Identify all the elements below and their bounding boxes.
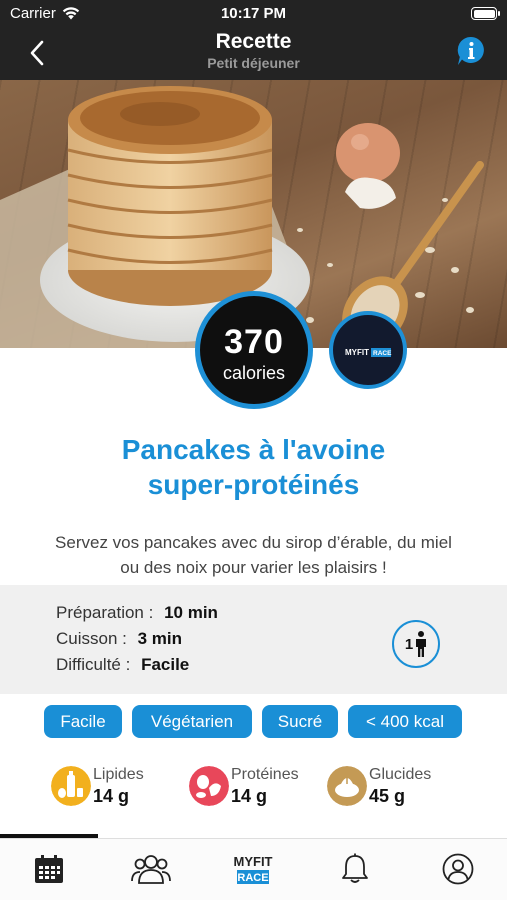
description-line1: Servez vos pancakes avec du sirop d’érab… <box>55 533 452 552</box>
glucides-icon <box>327 766 367 806</box>
page-title: Recette <box>215 30 292 53</box>
tab-myfit-race[interactable]: MYFIT RACE <box>223 849 283 889</box>
tag-difficulty[interactable]: Facile <box>44 705 122 738</box>
macro-lipides: Lipides 14 g <box>51 766 171 808</box>
tab-notifications[interactable] <box>325 849 385 889</box>
tab-logo-top: MYFIT <box>234 854 273 869</box>
myfit-race-logo: MYFIT RACE <box>234 854 273 884</box>
myfit-race-logo-badge: MYFIT RACE <box>345 348 392 357</box>
calories-unit: calories <box>222 363 286 383</box>
tag-diet[interactable]: Végétarien <box>132 705 252 738</box>
info-icon[interactable] <box>455 35 487 67</box>
calendar-icon <box>35 855 63 883</box>
servings-button[interactable]: 1 <box>392 620 440 668</box>
calories-value: 370 <box>224 323 284 361</box>
recipe-title: Pancakes à l'avoine super-protéinés <box>20 432 487 502</box>
tab-profile[interactable] <box>428 849 488 889</box>
preparation-label: Préparation : <box>56 603 154 622</box>
description-line2: ou des noix pour varier les plaisirs ! <box>120 558 387 577</box>
bottom-tab-bar: MYFIT RACE <box>0 838 507 900</box>
community-icon <box>131 855 171 884</box>
preparation-row: Préparation : 10 min <box>56 603 218 623</box>
glucides-value: 45 g <box>369 786 406 806</box>
preparation-value: 10 min <box>164 603 218 622</box>
proteines-icon <box>189 766 229 806</box>
proteines-value: 14 g <box>231 786 268 806</box>
cuisson-value: 3 min <box>137 629 183 648</box>
recipe-title-line1: Pancakes à l'avoine <box>121 434 386 465</box>
cuisson-row: Cuisson : 3 min <box>56 629 182 649</box>
status-time: 10:17 PM <box>220 5 287 22</box>
bell-icon <box>342 853 368 883</box>
tab-calendar[interactable] <box>19 849 79 889</box>
macro-proteines: Protéines 14 g <box>189 766 319 808</box>
difficulte-value: Facile <box>141 655 190 674</box>
svg-text:RACE: RACE <box>373 350 392 357</box>
myfit-race-badge: MYFIT RACE <box>329 311 407 389</box>
difficulte-label: Difficulté : <box>56 655 131 674</box>
tag-calories[interactable]: < 400 kcal <box>348 705 462 738</box>
tag-taste[interactable]: Sucré <box>262 705 338 738</box>
recipe-title-line2: super-protéinés <box>147 469 360 500</box>
glucides-label: Glucides <box>369 766 432 783</box>
lipides-value: 14 g <box>93 786 130 806</box>
lipides-icon <box>51 766 91 806</box>
battery-icon <box>471 7 500 20</box>
cuisson-label: Cuisson : <box>56 629 127 648</box>
lipides-label: Lipides <box>93 766 144 783</box>
proteines-label: Protéines <box>231 766 299 783</box>
nav-bar: Recette Petit déjeuner <box>0 28 507 80</box>
difficulte-row: Difficulté : Facile <box>56 655 189 675</box>
calories-badge: 370 calories <box>195 291 313 409</box>
profile-icon <box>442 853 474 885</box>
tab-logo-bottom: RACE <box>237 872 268 884</box>
macro-glucides: Glucides 45 g <box>327 766 457 808</box>
recipe-description: Servez vos pancakes avec du sirop d’érab… <box>18 530 489 580</box>
person-icon <box>416 631 427 657</box>
tab-community[interactable] <box>121 849 181 889</box>
status-bar: Carrier 10:17 PM <box>0 0 507 28</box>
page-subtitle: Petit déjeuner <box>207 55 300 71</box>
svg-text:MYFIT: MYFIT <box>345 348 369 357</box>
servings-count: 1 <box>404 635 414 653</box>
